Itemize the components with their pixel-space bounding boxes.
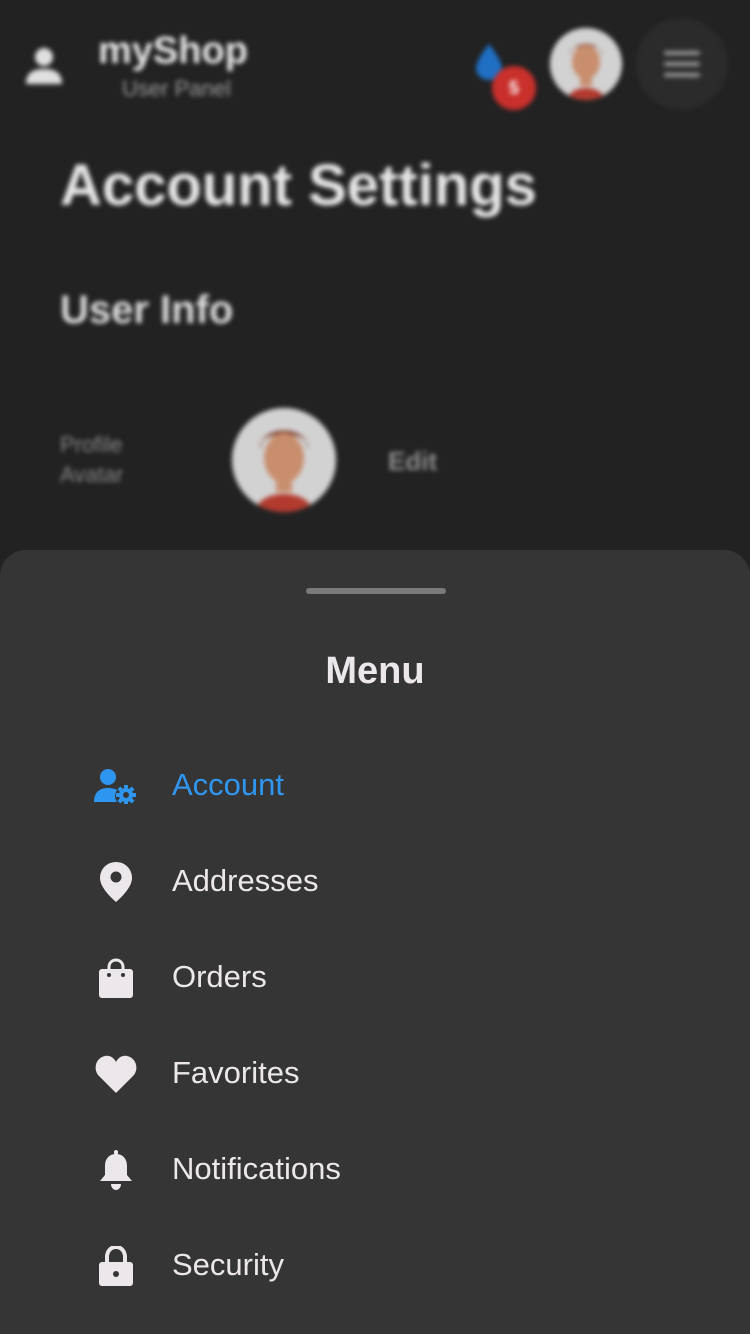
heart-icon: [92, 1054, 140, 1094]
app-bar: myShop User Panel 5: [0, 0, 750, 130]
menu-item-favorites[interactable]: Favorites: [0, 1026, 750, 1122]
profile-avatar[interactable]: [232, 408, 336, 512]
background-page: myShop User Panel 5 Account Settings Use…: [0, 0, 750, 600]
menu-item-label: Orders: [172, 959, 267, 994]
user-gear-icon: [92, 766, 140, 806]
user-icon[interactable]: [24, 44, 64, 86]
menu-item-label: Account: [172, 767, 285, 802]
hamburger-icon: [664, 51, 700, 77]
edit-avatar-link[interactable]: Edit: [388, 446, 437, 477]
bell-icon: [92, 1150, 140, 1190]
menu-button[interactable]: [636, 18, 728, 110]
location-pin-icon: [92, 862, 140, 902]
lock-icon: [92, 1246, 140, 1286]
menu-item-label: Addresses: [172, 863, 319, 898]
brand-name: myShop: [98, 30, 248, 72]
avatar-label: Profile Avatar: [60, 432, 124, 487]
menu-item-notifications[interactable]: Notifications: [0, 1122, 750, 1218]
header-avatar[interactable]: [550, 28, 622, 100]
shopping-bag-icon: [92, 958, 140, 998]
menu-list: Account Addresses Orders Favorites Notif…: [0, 738, 750, 1314]
menu-item-label: Favorites: [172, 1055, 300, 1090]
notification-badge: 5: [492, 66, 536, 110]
menu-item-account[interactable]: Account: [0, 738, 750, 834]
page-title: Account Settings: [60, 153, 537, 218]
sheet-drag-handle[interactable]: [306, 588, 446, 594]
menu-item-addresses[interactable]: Addresses: [0, 834, 750, 930]
notification-button[interactable]: 5: [470, 40, 540, 110]
menu-bottom-sheet: Menu Account Addresses Orders Favorites …: [0, 550, 750, 1334]
brand-subtitle: User Panel: [122, 76, 231, 101]
sheet-title: Menu: [325, 650, 425, 692]
menu-item-orders[interactable]: Orders: [0, 930, 750, 1026]
menu-item-label: Security: [172, 1247, 284, 1282]
menu-item-security[interactable]: Security: [0, 1218, 750, 1314]
menu-item-label: Notifications: [172, 1151, 341, 1186]
section-title: User Info: [60, 288, 234, 332]
